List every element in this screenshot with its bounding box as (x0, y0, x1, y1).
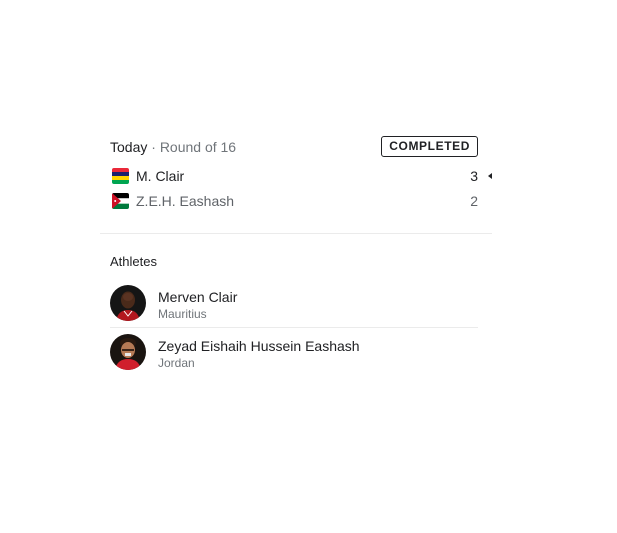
jordan-flag-icon (112, 193, 129, 209)
match-header: Today · Round of 16 COMPLETED (100, 130, 492, 164)
athlete-country: Mauritius (158, 307, 207, 321)
competitor-row[interactable]: Z.E.H. Eashash 2 (100, 189, 492, 214)
avatar (110, 334, 146, 370)
meta-separator: · (151, 139, 156, 155)
athlete-name: Merven Clair (158, 289, 238, 305)
winner-indicator-icon (488, 173, 492, 179)
competitor-name: M. Clair (136, 168, 185, 184)
match-day: Today (110, 139, 148, 155)
athletes-section-title: Athletes (110, 254, 157, 269)
competitor-score: 2 (470, 193, 478, 209)
match-round: Round of 16 (159, 139, 237, 155)
athlete-item[interactable]: Merven Clair Mauritius (110, 279, 478, 327)
athlete-item[interactable]: Zeyad Eishaih Hussein Eashash Jordan (110, 327, 478, 376)
divider (100, 233, 492, 234)
match-meta: Today · Round of 16 (110, 139, 236, 155)
athlete-name: Zeyad Eishaih Hussein Eashash (158, 338, 360, 354)
avatar (110, 285, 146, 321)
competitor-row[interactable]: M. Clair 3 (100, 164, 492, 189)
athletes-list: Merven Clair Mauritius Zeyad Eishaih Hus… (100, 279, 492, 376)
competitor-name: Z.E.H. Eashash (136, 193, 235, 209)
status-badge: COMPLETED (381, 136, 478, 157)
athlete-country: Jordan (158, 356, 195, 370)
competitor-score: 3 (470, 168, 478, 184)
match-card[interactable]: Today · Round of 16 COMPLETED M. Clair 3 (100, 130, 492, 376)
mauritius-flag-icon (112, 168, 129, 184)
